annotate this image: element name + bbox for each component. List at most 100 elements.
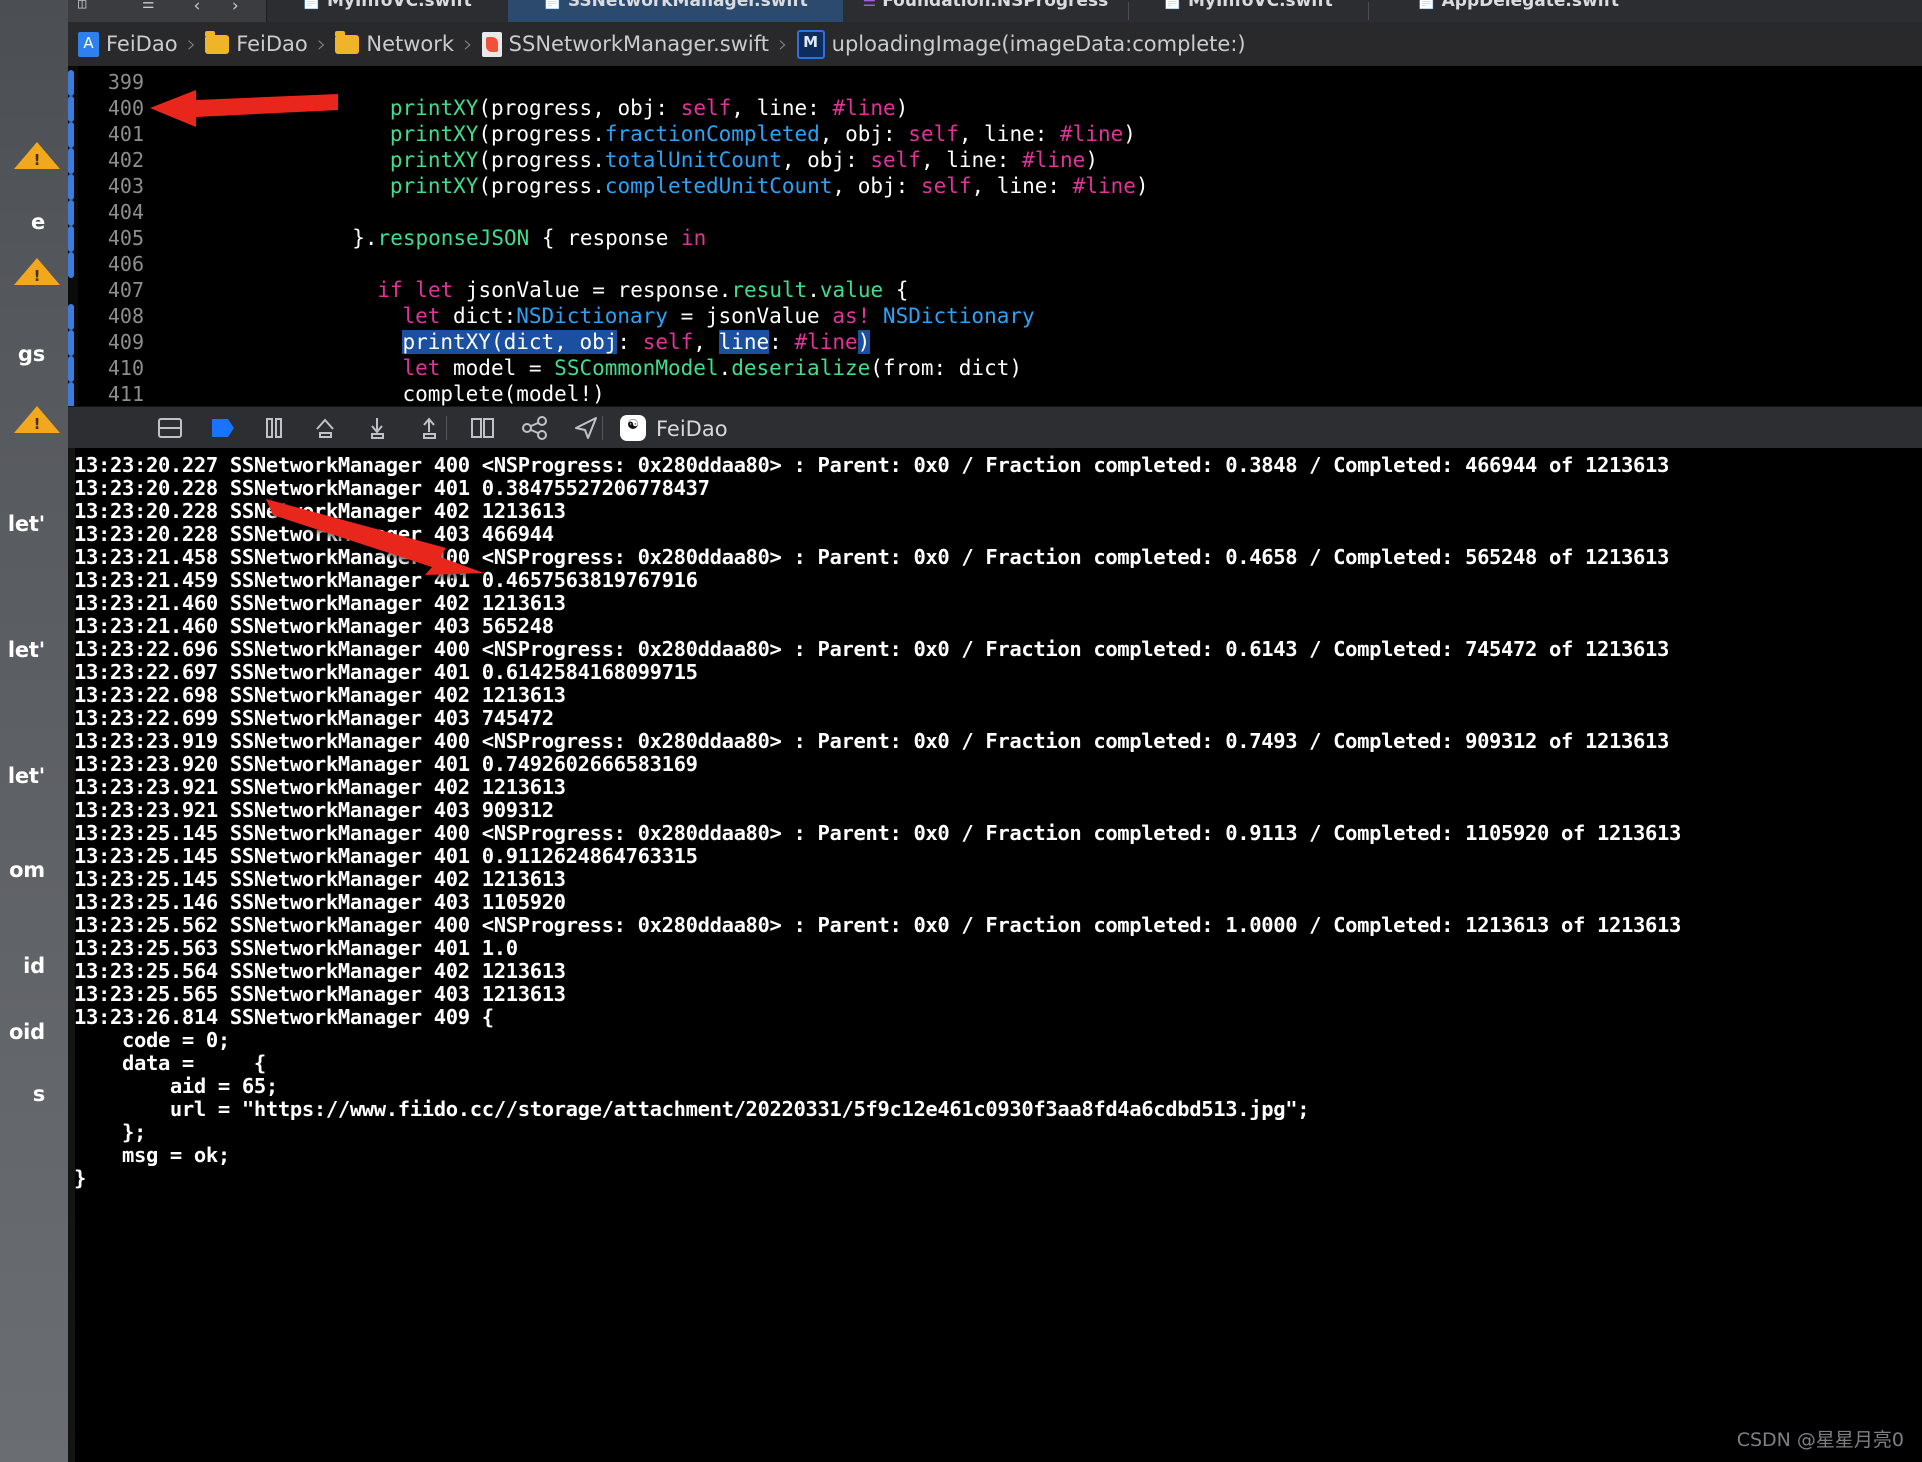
editor-line[interactable]: 411complete(model!): [68, 382, 1922, 406]
issue-navigator-item[interactable]: id: [0, 954, 45, 978]
chevron-left-icon[interactable]: ‹: [192, 0, 202, 16]
hide-debug-area-button[interactable]: [156, 415, 184, 441]
code-token: fractionCompleted: [605, 122, 820, 146]
code-token: printXY(dict,: [402, 330, 579, 354]
editor-line[interactable]: 399: [68, 70, 1922, 96]
view-hierarchy-icon: [468, 415, 496, 441]
line-code: printXY(progress, obj: self, line: #line…: [390, 96, 908, 120]
breadcrumb-item[interactable]: FeiDao: [205, 32, 308, 56]
toolbar-divider-1: [446, 416, 447, 440]
tab-bar-left-controls[interactable]: ◫ ☰ ‹ ›: [68, 0, 267, 22]
step-into-button[interactable]: [363, 415, 391, 441]
code-token: as!: [832, 304, 870, 328]
code-token: [870, 304, 883, 328]
code-token: #line: [794, 330, 857, 354]
code-token: printXY: [390, 148, 479, 172]
breadcrumb-item[interactable]: uploadingImage(imageData:complete:): [797, 30, 1246, 59]
issue-navigator-item[interactable]: gs: [0, 342, 45, 366]
editor-line[interactable]: 402printXY(progress.totalUnitCount, obj:…: [68, 148, 1922, 174]
step-out-button[interactable]: [415, 415, 443, 441]
editor-tab[interactable]: ☰Foundation.NSProgress: [843, 0, 1128, 22]
console-scrollbar[interactable]: [68, 448, 75, 1462]
editor-line[interactable]: 408let dict:NSDictionary = jsonValue as!…: [68, 304, 1922, 330]
sidebar-toggle-icon[interactable]: ◫: [78, 0, 86, 12]
issue-navigator-sidebar[interactable]: e gs let' let' let' om id oid s: [0, 0, 68, 1462]
continue-button[interactable]: [208, 415, 236, 441]
project-icon: [78, 32, 99, 57]
editor-tab[interactable]: 📄MyInfoVC.swift: [1128, 0, 1368, 22]
editor-line[interactable]: 410let model = SSCommonModel.deserialize…: [68, 356, 1922, 382]
code-token: (progress, obj:: [478, 96, 680, 120]
debug-toolbar[interactable]: FeiDao: [68, 406, 1922, 450]
line-number: 402: [82, 148, 144, 172]
editor-tab-label: MyInfoVC.swift: [1188, 0, 1333, 11]
code-token: #line: [832, 96, 895, 120]
debug-view-hierarchy-button[interactable]: [468, 415, 496, 441]
line-number: 410: [82, 356, 144, 380]
issue-navigator-item[interactable]: oid: [0, 1020, 45, 1044]
editor-tab[interactable]: 📄MyInfoVC.swift: [266, 0, 508, 22]
editor-line[interactable]: 403printXY(progress.completedUnitCount, …: [68, 174, 1922, 200]
code-token: self: [643, 330, 694, 354]
panel-icon: [156, 415, 184, 441]
code-token: .: [807, 278, 820, 302]
continue-arrow-icon: [208, 415, 236, 441]
editor-tab[interactable]: 📄SSNetworkManager.swift: [508, 0, 843, 22]
issue-navigator-item[interactable]: s: [0, 1082, 45, 1106]
console-output[interactable]: 13:23:20.227 SSNetworkManager 400 <NSPro…: [68, 448, 1922, 1462]
warning-icon[interactable]: [14, 406, 60, 433]
related-items-icon[interactable]: ☰: [142, 0, 155, 12]
debug-memory-graph-button[interactable]: [520, 415, 548, 441]
breadcrumb-item-label: FeiDao: [236, 32, 308, 56]
chevron-right-icon[interactable]: ›: [230, 0, 240, 16]
issue-navigator-item[interactable]: let': [0, 764, 45, 788]
warning-icon[interactable]: [14, 258, 60, 285]
code-token: ): [1123, 122, 1136, 146]
console-line: 13:23:20.228 SSNetworkManager 403 466944: [68, 523, 1922, 546]
editor-line[interactable]: 404: [68, 200, 1922, 226]
breadcrumb-item[interactable]: Network: [335, 32, 454, 56]
editor-tab-bar[interactable]: ◫ ☰ ‹ › 📄MyInfoVC.swift📄SSNetworkManager…: [68, 0, 1922, 23]
simulate-location-button[interactable]: [572, 415, 600, 441]
line-code: printXY(progress.completedUnitCount, obj…: [390, 174, 1149, 198]
warning-icon[interactable]: [14, 142, 60, 169]
line-code: complete(model!): [402, 382, 604, 406]
console-line: code = 0;: [68, 1029, 1922, 1052]
step-over-icon: [311, 415, 339, 441]
editor-line[interactable]: 401printXY(progress.fractionCompleted, o…: [68, 122, 1922, 148]
code-token: , line:: [731, 96, 832, 120]
console-line: 13:23:21.460 SSNetworkManager 402 121361…: [68, 592, 1922, 615]
code-token: let: [402, 304, 440, 328]
code-token: ,: [693, 330, 718, 354]
editor-line[interactable]: 407if let jsonValue = response.result.va…: [68, 278, 1922, 304]
line-number: 405: [82, 226, 144, 250]
breadcrumb-item[interactable]: SSNetworkManager.swift: [482, 32, 769, 57]
code-token: SSCommonModel: [554, 356, 718, 380]
editor-line[interactable]: 406: [68, 252, 1922, 278]
swift-file-icon: 📄: [302, 0, 321, 10]
code-token: (progress.: [478, 148, 604, 172]
code-token: complete(model!): [402, 382, 604, 406]
console-line: 13:23:22.698 SSNetworkManager 402 121361…: [68, 684, 1922, 707]
editor-tab-label: AppDelegate.swift: [1442, 0, 1619, 11]
editor-tab[interactable]: 📄AppDelegate.swift: [1368, 0, 1668, 22]
source-editor[interactable]: 399400printXY(progress, obj: self, line:…: [68, 66, 1922, 406]
code-token: completedUnitCount: [605, 174, 833, 198]
breadcrumb-item[interactable]: FeiDao: [78, 32, 178, 57]
breadcrumb[interactable]: FeiDao›FeiDao›Network›SSNetworkManager.s…: [68, 22, 1922, 67]
issue-navigator-item[interactable]: om: [0, 858, 45, 882]
pause-button[interactable]: [260, 415, 288, 441]
issue-navigator-item[interactable]: e: [0, 210, 45, 234]
step-over-button[interactable]: [311, 415, 339, 441]
console-line: 13:23:22.696 SSNetworkManager 400 <NSPro…: [68, 638, 1922, 661]
editor-line[interactable]: 409printXY(dict, obj: self, line: #line): [68, 330, 1922, 356]
code-token: (progress.: [478, 122, 604, 146]
code-token: , obj:: [820, 122, 909, 146]
issue-navigator-item[interactable]: let': [0, 512, 45, 536]
console-line: 13:23:23.921 SSNetworkManager 402 121361…: [68, 776, 1922, 799]
console-line: 13:23:21.459 SSNetworkManager 401 0.4657…: [68, 569, 1922, 592]
code-token: if: [377, 278, 402, 302]
editor-line[interactable]: 400printXY(progress, obj: self, line: #l…: [68, 96, 1922, 122]
issue-navigator-item[interactable]: let': [0, 638, 45, 662]
editor-line[interactable]: 405}.responseJSON { response in: [68, 226, 1922, 252]
